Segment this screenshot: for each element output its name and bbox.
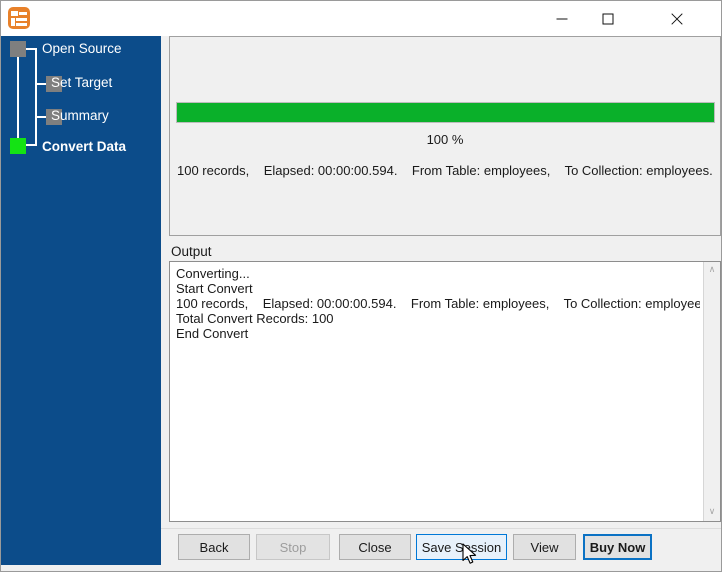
output-log-text: Converting... Start Convert 100 records,…	[176, 266, 700, 341]
sidebar-item-open-source[interactable]: Open Source	[42, 41, 122, 57]
connector-horizontal-step3	[37, 116, 46, 118]
app-icon	[8, 7, 30, 29]
close-button[interactable]: Close	[339, 534, 411, 560]
close-icon[interactable]	[654, 1, 700, 36]
maximize-icon[interactable]	[585, 1, 631, 36]
scroll-up-icon[interactable]: ∧	[704, 262, 720, 279]
output-textarea[interactable]: Converting... Start Convert 100 records,…	[169, 261, 721, 522]
connector-vertical-branch	[35, 48, 37, 145]
scroll-down-icon[interactable]: ∨	[704, 504, 720, 521]
buy-now-button[interactable]: Buy Now	[583, 534, 652, 560]
progress-stats-text: 100 records, Elapsed: 00:00:00.594. From…	[177, 163, 713, 178]
sidebar-node-open-source[interactable]	[10, 41, 26, 57]
stop-button: Stop	[256, 534, 330, 560]
output-scrollbar[interactable]: ∧ ∨	[703, 262, 720, 521]
progress-percent-label: 100 %	[426, 132, 464, 147]
minimize-icon[interactable]	[539, 1, 585, 36]
save-session-button[interactable]: Save Session	[416, 534, 507, 560]
window-bottom-strip	[1, 565, 721, 571]
view-button[interactable]: View	[513, 534, 576, 560]
back-button[interactable]: Back	[178, 534, 250, 560]
sidebar-item-set-target[interactable]: Set Target	[51, 75, 112, 91]
wizard-sidebar: Open Source Set Target Summary Convert D…	[1, 36, 161, 567]
connector-horizontal-step2	[37, 83, 46, 85]
title-bar	[1, 1, 721, 36]
button-bar: Back Stop Close Save Session View Buy Now	[161, 528, 721, 568]
output-label: Output	[171, 244, 212, 259]
sidebar-item-convert-data[interactable]: Convert Data	[42, 139, 126, 155]
progress-bar-fill	[177, 103, 714, 122]
sidebar-node-convert-data[interactable]	[10, 138, 26, 154]
progress-bar	[176, 102, 715, 123]
connector-vertical-trunk	[17, 49, 19, 144]
progress-panel: 100 % 100 records, Elapsed: 00:00:00.594…	[169, 36, 721, 236]
application-window: Open Source Set Target Summary Convert D…	[0, 0, 722, 572]
connector-horizontal-step4	[26, 144, 37, 146]
sidebar-item-summary[interactable]: Summary	[51, 108, 109, 124]
